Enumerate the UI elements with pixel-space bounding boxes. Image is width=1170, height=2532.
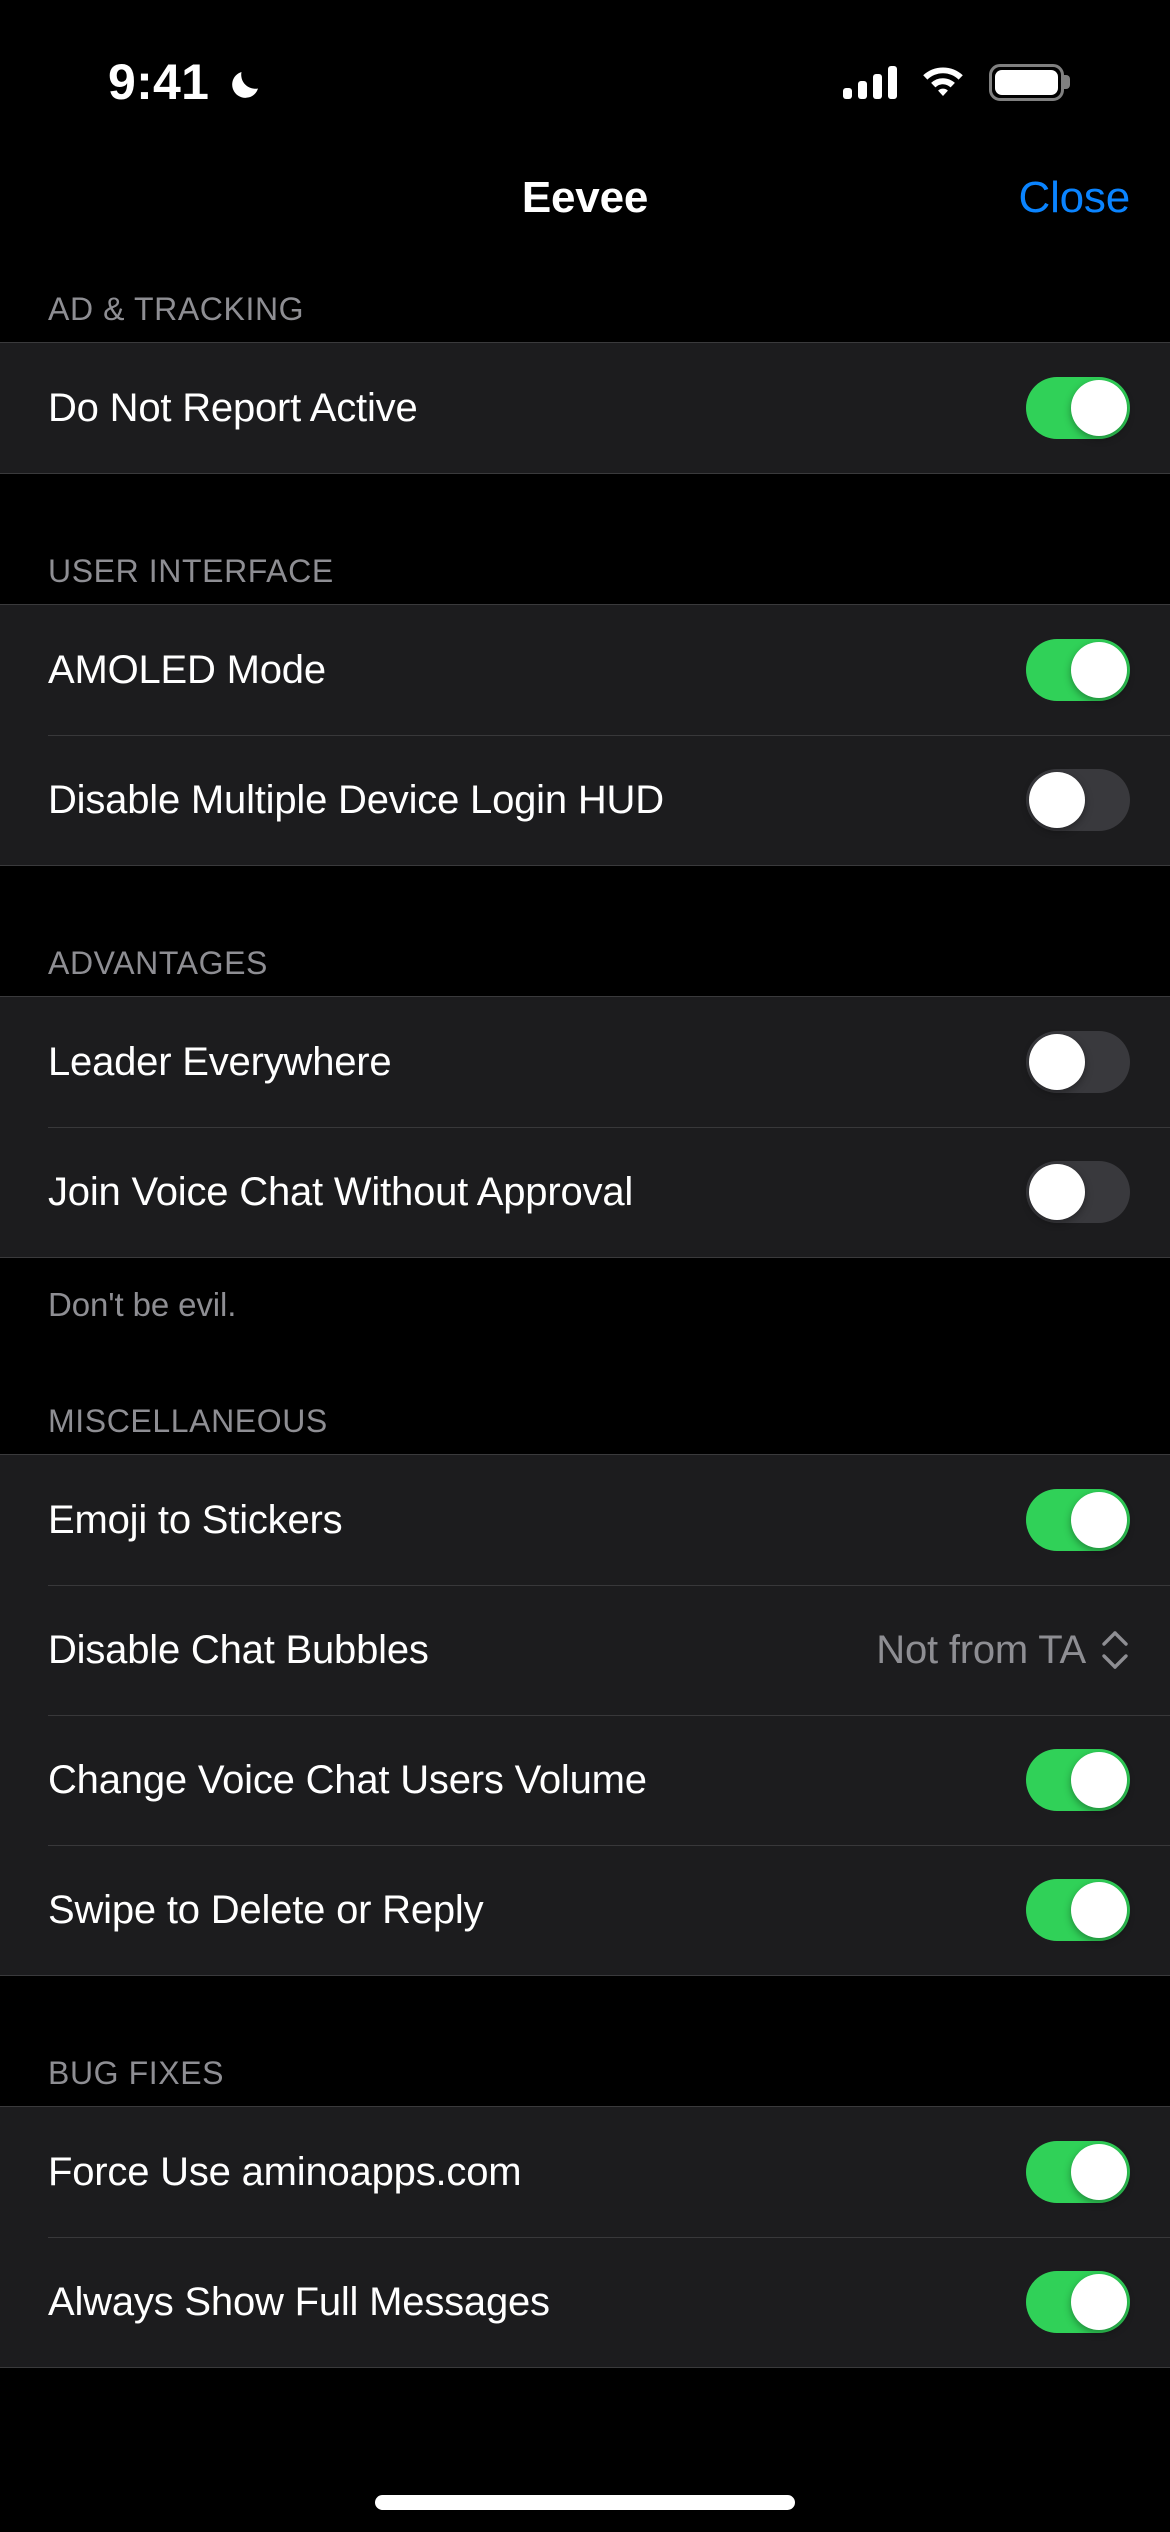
toggle-force-use-aminoapps-com[interactable] — [1026, 2141, 1130, 2203]
row-label: Force Use aminoapps.com — [48, 2149, 522, 2194]
section-header-user-interface: USER INTERFACE — [48, 553, 334, 589]
page-title: Eevee — [521, 173, 649, 222]
status-bar-left: 9:41 — [0, 57, 267, 107]
toggle-change-voice-chat-users-volume[interactable] — [1026, 1749, 1130, 1811]
navigation-bar: Eevee Close — [0, 150, 1170, 246]
toggle-knob — [1071, 642, 1127, 698]
row-do-not-report-active[interactable]: Do Not Report Active — [0, 343, 1170, 473]
wifi-icon — [919, 62, 967, 103]
row-value: Not from TA — [876, 1627, 1086, 1672]
status-bar-clock: 9:41 — [108, 54, 210, 110]
row-leader-everywhere[interactable]: Leader Everywhere — [0, 997, 1170, 1127]
status-bar: 9:41 — [0, 0, 1170, 150]
status-bar-right — [843, 62, 1108, 103]
row-label: Always Show Full Messages — [48, 2279, 550, 2324]
toggle-knob — [1071, 1752, 1127, 1808]
section-header-miscellaneous: MISCELLANEOUS — [48, 1403, 328, 1439]
row-disable-multiple-device-login-hud[interactable]: Disable Multiple Device Login HUD — [0, 735, 1170, 865]
toggle-emoji-to-stickers[interactable] — [1026, 1489, 1130, 1551]
section-header-advantages: ADVANTAGES — [48, 945, 268, 981]
toggle-knob — [1071, 1882, 1127, 1938]
toggle-disable-multiple-device-login-hud[interactable] — [1026, 769, 1130, 831]
toggle-swipe-to-delete-or-reply[interactable] — [1026, 1879, 1130, 1941]
row-always-show-full-messages[interactable]: Always Show Full Messages — [0, 2237, 1170, 2367]
section-group-miscellaneous: Emoji to Stickers Disable Chat Bubbles N… — [0, 1454, 1170, 1976]
toggle-knob — [1029, 1164, 1085, 1220]
section-group-user-interface: AMOLED Mode Disable Multiple Device Logi… — [0, 604, 1170, 866]
row-label: Join Voice Chat Without Approval — [48, 1169, 634, 1214]
row-label: Swipe to Delete or Reply — [48, 1887, 484, 1932]
section-header-ad-tracking: AD & TRACKING — [48, 291, 305, 327]
close-button[interactable]: Close — [1019, 173, 1131, 223]
row-label: Leader Everywhere — [48, 1039, 392, 1084]
row-label: Emoji to Stickers — [48, 1497, 343, 1542]
menu-picker-disable-chat-bubbles[interactable]: Not from TA — [876, 1628, 1130, 1673]
row-swipe-to-delete-or-reply[interactable]: Swipe to Delete or Reply — [0, 1845, 1170, 1975]
battery-full-icon — [989, 63, 1070, 101]
cellular-bars-icon — [843, 65, 897, 99]
home-indicator[interactable] — [375, 2495, 795, 2510]
section-header-bug-fixes: BUG FIXES — [48, 2055, 225, 2091]
row-join-voice-chat-without-approval[interactable]: Join Voice Chat Without Approval — [0, 1127, 1170, 1257]
toggle-knob — [1029, 1034, 1085, 1090]
row-emoji-to-stickers[interactable]: Emoji to Stickers — [0, 1455, 1170, 1585]
toggle-knob — [1071, 2144, 1127, 2200]
toggle-amoled-mode[interactable] — [1026, 639, 1130, 701]
row-label: AMOLED Mode — [48, 647, 326, 692]
row-disable-chat-bubbles[interactable]: Disable Chat Bubbles Not from TA — [0, 1585, 1170, 1715]
toggle-knob — [1071, 380, 1127, 436]
app-screen: 9:41 Eevee Close AD & TRACKING Do Not Re… — [0, 0, 1170, 2532]
row-force-use-aminoapps-com[interactable]: Force Use aminoapps.com — [0, 2107, 1170, 2237]
section-group-ad-tracking: Do Not Report Active — [0, 342, 1170, 474]
section-footer-advantages: Don't be evil. — [48, 1286, 237, 1323]
chevron-up-down-icon — [1100, 1629, 1130, 1671]
toggle-always-show-full-messages[interactable] — [1026, 2271, 1130, 2333]
row-label: Disable Chat Bubbles — [48, 1627, 429, 1672]
row-amoled-mode[interactable]: AMOLED Mode — [0, 605, 1170, 735]
toggle-do-not-report-active[interactable] — [1026, 377, 1130, 439]
toggle-leader-everywhere[interactable] — [1026, 1031, 1130, 1093]
toggle-knob — [1071, 2274, 1127, 2330]
moon-icon — [227, 61, 267, 103]
row-label: Do Not Report Active — [48, 385, 418, 430]
settings-list[interactable]: AD & TRACKING Do Not Report Active USER … — [0, 246, 1170, 2532]
section-group-advantages: Leader Everywhere Join Voice Chat Withou… — [0, 996, 1170, 1258]
row-label: Change Voice Chat Users Volume — [48, 1757, 647, 1802]
toggle-knob — [1071, 1492, 1127, 1548]
section-group-bug-fixes: Force Use aminoapps.com Always Show Full… — [0, 2106, 1170, 2368]
row-change-voice-chat-users-volume[interactable]: Change Voice Chat Users Volume — [0, 1715, 1170, 1845]
toggle-knob — [1029, 772, 1085, 828]
row-label: Disable Multiple Device Login HUD — [48, 777, 664, 822]
toggle-join-voice-chat-without-approval[interactable] — [1026, 1161, 1130, 1223]
